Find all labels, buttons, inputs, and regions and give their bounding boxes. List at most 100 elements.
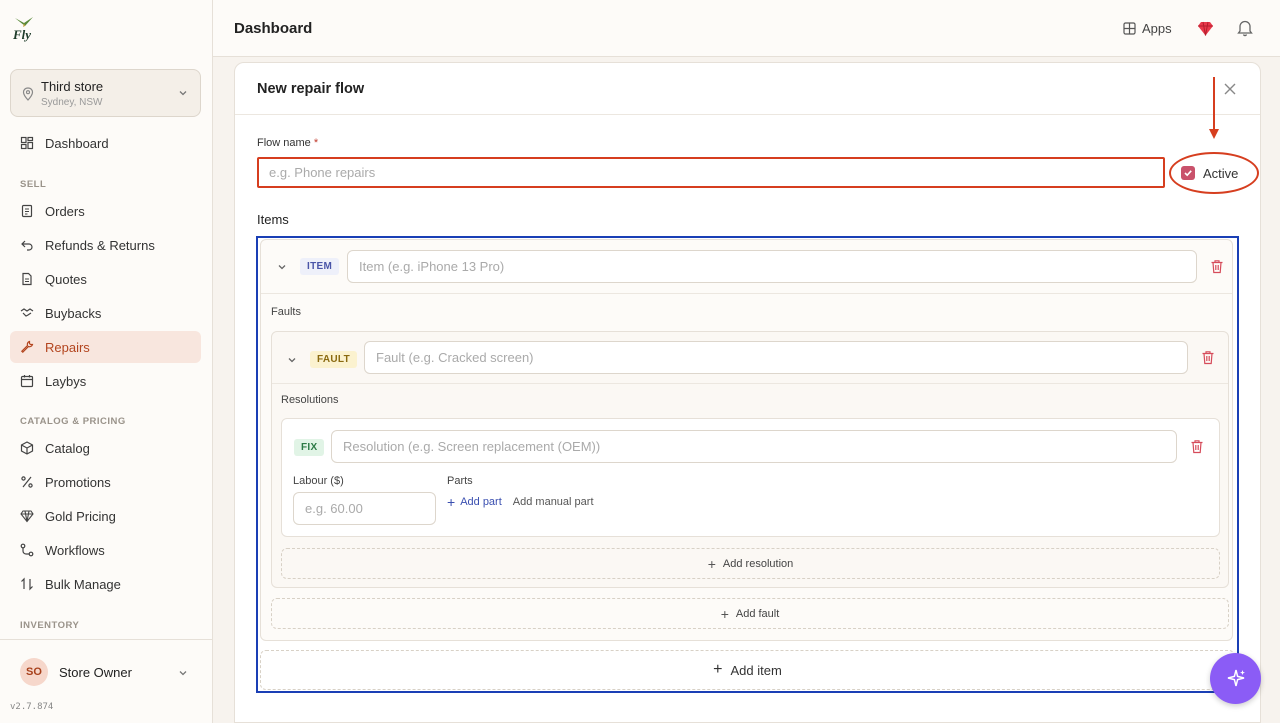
add-item-label: Add item xyxy=(730,662,782,678)
plus-icon: + xyxy=(713,661,723,678)
chevron-down-icon[interactable] xyxy=(287,355,297,365)
fault-divider xyxy=(272,383,1228,384)
sparkle-icon xyxy=(1227,669,1245,686)
sidebar-item-catalog[interactable]: Catalog xyxy=(10,432,201,464)
sidebar-item-workflows[interactable]: Workflows xyxy=(10,534,201,566)
sidebar: Fly Third store Sydney, NSW Dashboard SE… xyxy=(0,0,213,723)
item-card: ITEM Faults FAULT Resolutions FIX xyxy=(260,239,1233,641)
form-title: New repair flow xyxy=(257,81,365,97)
fix-tag: FIX xyxy=(294,439,325,456)
labour-label: Labour ($) xyxy=(293,475,344,487)
fault-input[interactable] xyxy=(364,341,1188,374)
sidebar-item-gold-pricing[interactable]: Gold Pricing xyxy=(10,500,201,532)
user-menu[interactable]: SO Store Owner xyxy=(0,639,212,703)
active-checkbox[interactable] xyxy=(1181,166,1195,180)
add-part-button[interactable]: + Add part xyxy=(447,494,502,510)
document-icon xyxy=(20,272,34,286)
dashboard-icon xyxy=(20,136,34,150)
flow-name-label-text: Flow name xyxy=(257,137,311,149)
workflow-icon xyxy=(20,543,34,557)
sidebar-item-label: Orders xyxy=(45,203,85,219)
annotation-arrow-icon xyxy=(1209,77,1219,139)
parts-label: Parts xyxy=(447,475,473,487)
flow-name-input[interactable] xyxy=(257,157,1165,188)
sidebar-item-promotions[interactable]: Promotions xyxy=(10,466,201,498)
apps-button[interactable]: Apps xyxy=(1123,21,1172,36)
sidebar-item-refunds[interactable]: Refunds & Returns xyxy=(10,229,201,261)
wrench-icon xyxy=(20,340,34,354)
user-name: Store Owner xyxy=(59,665,132,680)
orders-icon xyxy=(20,204,34,218)
page-title: Dashboard xyxy=(234,20,313,37)
required-marker: * xyxy=(313,137,319,149)
sidebar-item-dashboard[interactable]: Dashboard xyxy=(10,127,201,159)
item-divider xyxy=(261,293,1232,294)
logo-text: Fly xyxy=(13,27,32,42)
trash-icon[interactable] xyxy=(1190,439,1204,454)
ruby-gem-icon[interactable] xyxy=(1197,20,1214,37)
store-location: Sydney, NSW xyxy=(41,97,103,108)
sidebar-item-label: Buybacks xyxy=(45,305,102,321)
section-catalog: CATALOG & PRICING xyxy=(20,416,126,427)
resolution-input[interactable] xyxy=(331,430,1177,463)
apps-label: Apps xyxy=(1142,21,1172,36)
flow-name-label: Flow name * xyxy=(257,137,318,149)
resolutions-label: Resolutions xyxy=(281,394,339,406)
fault-card: FAULT Resolutions FIX Labour ($) Parts +… xyxy=(271,331,1229,588)
active-toggle[interactable]: Active xyxy=(1169,152,1259,194)
sidebar-item-label: Promotions xyxy=(45,474,111,490)
repair-flow-form: New repair flow Flow name * Active Items… xyxy=(234,62,1261,723)
trash-icon[interactable] xyxy=(1201,350,1215,365)
grid-icon xyxy=(1123,22,1136,35)
add-resolution-label: Add resolution xyxy=(722,557,794,570)
top-bar: Dashboard Apps xyxy=(213,0,1280,57)
sidebar-item-orders[interactable]: Orders xyxy=(10,195,201,227)
chevron-down-icon xyxy=(179,91,187,96)
labour-input[interactable] xyxy=(293,492,436,525)
faults-label: Faults xyxy=(271,306,301,318)
add-fault-label: Add fault xyxy=(735,607,780,620)
items-label: Items xyxy=(257,212,289,227)
store-selector[interactable]: Third store Sydney, NSW xyxy=(10,69,201,117)
add-fault-button[interactable]: + Add fault xyxy=(271,598,1229,629)
sidebar-item-label: Bulk Manage xyxy=(45,576,121,592)
location-pin-icon xyxy=(22,87,34,101)
items-container: ITEM Faults FAULT Resolutions FIX xyxy=(256,236,1239,693)
item-input[interactable] xyxy=(347,250,1197,283)
chevron-down-icon[interactable] xyxy=(277,262,287,272)
sidebar-item-bulk-manage[interactable]: Bulk Manage xyxy=(10,568,201,600)
app-version: v2.7.874 xyxy=(10,702,54,712)
section-inventory: INVENTORY xyxy=(20,620,80,631)
add-item-button[interactable]: + Add item xyxy=(260,650,1235,690)
chevron-down-icon xyxy=(179,671,187,676)
trash-icon[interactable] xyxy=(1210,259,1224,274)
form-header: New repair flow xyxy=(235,63,1260,115)
add-manual-part-button[interactable]: Add manual part xyxy=(513,496,594,508)
plus-icon: + xyxy=(447,494,456,510)
add-resolution-button[interactable]: + Add resolution xyxy=(281,548,1220,579)
handshake-icon xyxy=(20,306,34,320)
gem-icon xyxy=(20,509,34,523)
bell-icon[interactable] xyxy=(1237,19,1253,37)
sidebar-item-label: Refunds & Returns xyxy=(45,237,155,253)
sidebar-item-buybacks[interactable]: Buybacks xyxy=(10,297,201,329)
sidebar-item-label: Gold Pricing xyxy=(45,508,116,524)
sidebar-item-laybys[interactable]: Laybys xyxy=(10,365,201,397)
sidebar-item-quotes[interactable]: Quotes xyxy=(10,263,201,295)
checkmark-icon xyxy=(1184,170,1192,177)
avatar: SO xyxy=(20,658,48,686)
sidebar-item-label: Laybys xyxy=(45,373,87,389)
return-arrow-icon xyxy=(20,238,34,252)
sidebar-item-label: Catalog xyxy=(45,440,90,456)
resolution-card: FIX Labour ($) Parts + Add part Add manua… xyxy=(281,418,1220,537)
store-name: Third store xyxy=(41,79,104,94)
close-icon[interactable] xyxy=(1224,83,1236,95)
fault-header: FAULT xyxy=(287,351,357,368)
sidebar-item-label: Quotes xyxy=(45,271,87,287)
fault-tag: FAULT xyxy=(310,351,357,368)
sidebar-item-repairs[interactable]: Repairs xyxy=(10,331,201,363)
sidebar-item-label: Dashboard xyxy=(45,135,109,151)
ai-assistant-button[interactable] xyxy=(1210,653,1261,704)
plus-icon: + xyxy=(707,555,716,572)
sidebar-item-label: Workflows xyxy=(45,542,105,558)
